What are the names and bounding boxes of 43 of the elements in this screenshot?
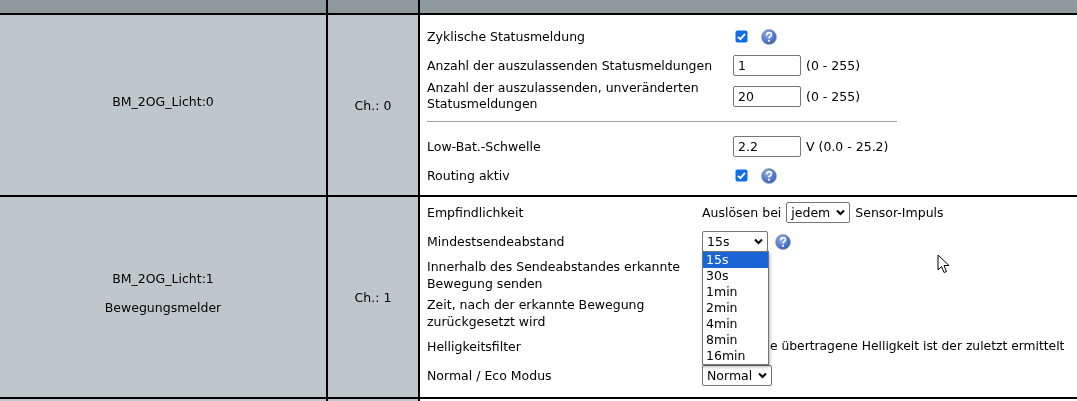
setting-label: Anzahl der auszulassenden, unveränderten Statusmeldungen <box>427 80 700 112</box>
setting-label: Zeit, nach der erkannte Bewegung zurückgesetzt wird <box>427 296 646 330</box>
dropdown-option[interactable]: 4min <box>703 316 768 332</box>
select-prefix: Auslösen bei <box>702 204 782 221</box>
dropdown[interactable]: jedem <box>786 202 851 223</box>
checkbox[interactable] <box>735 169 748 182</box>
setting-label: Normal / Eco Modus <box>427 367 553 384</box>
help-icon[interactable] <box>761 28 777 45</box>
range-hint: (0 - 255) <box>806 58 861 73</box>
channel-name: BM_2OG_Licht:0 <box>112 93 214 109</box>
dropdown-option[interactable]: 1min <box>703 284 768 300</box>
setting-label: Empfindlichkeit <box>427 204 525 221</box>
setting-label: Innerhalb des Sendeabstandes erkannte Bewegung senden <box>427 258 682 292</box>
dropdown-option[interactable]: 30s <box>703 268 768 284</box>
channel-name: BM_2OG_Licht:1 <box>112 271 214 286</box>
setting-label: Routing aktiv <box>427 167 511 184</box>
setting-label: Zyklische Statusmeldung <box>427 28 586 45</box>
number-field[interactable]: 2.2 <box>733 136 801 157</box>
dropdown-option[interactable]: 16min <box>703 348 768 364</box>
setting-label: Mindestsendeabstand <box>427 233 566 250</box>
dropdown-option[interactable]: 2min <box>703 300 768 316</box>
number-field[interactable]: 1 <box>733 55 801 76</box>
checkbox[interactable] <box>735 30 748 43</box>
caret-icon <box>758 372 768 379</box>
setting-label: Anzahl der auszulassenden Statusmeldungen <box>427 57 714 74</box>
setting-label: Low-Bat.-Schwelle <box>427 138 542 155</box>
range-hint: (0 - 255) <box>806 88 861 104</box>
setting-description: e übertragene Helligkeit ist der zuletzt ermittelt <box>770 338 1065 355</box>
caret-icon <box>754 238 763 245</box>
dropdown-option[interactable]: 15s <box>703 252 768 268</box>
channel-number: Ch.: 0 <box>354 97 392 113</box>
caret-icon <box>836 209 846 216</box>
channel-type: Bewegungsmelder <box>104 300 222 315</box>
channel-number: Ch.: 1 <box>354 289 392 305</box>
number-field[interactable]: 20 <box>733 85 801 107</box>
help-icon[interactable] <box>775 233 791 250</box>
dropdown[interactable]: Normal <box>702 365 773 386</box>
select-suffix: Sensor-Impuls <box>855 204 944 221</box>
help-icon[interactable] <box>761 167 777 184</box>
range-hint: V (0.0 - 25.2) <box>806 139 889 154</box>
dropdown-option[interactable]: 8min <box>703 332 768 348</box>
cursor-icon <box>937 254 951 274</box>
setting-label: Helligkeitsfilter <box>427 338 522 355</box>
